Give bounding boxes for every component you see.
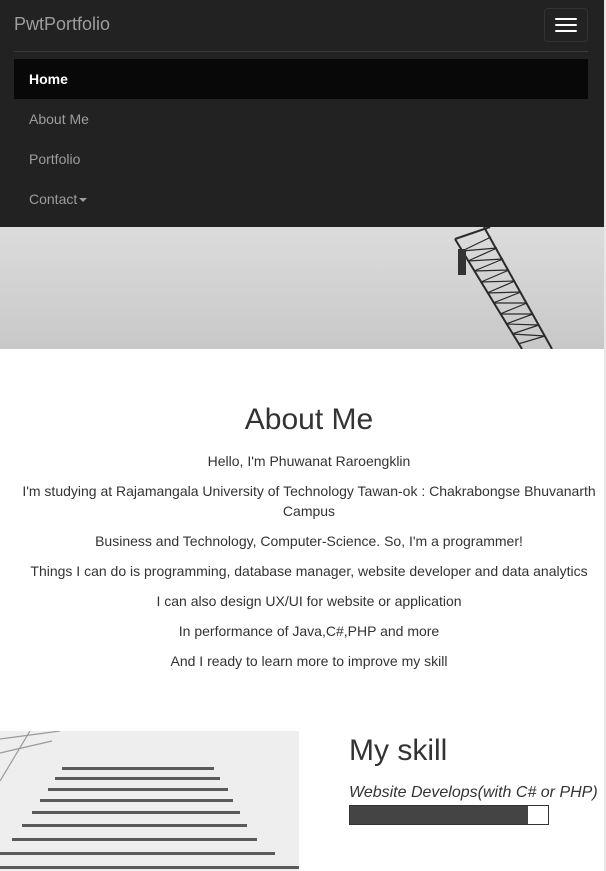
navbar-toggle-button[interactable]: [544, 8, 588, 42]
skill-progress-bar: [349, 805, 549, 825]
nav-item-label: Portfolio: [29, 151, 81, 167]
skill-progress-fill: [350, 806, 529, 824]
caret-down-icon: [79, 198, 88, 203]
stairs-image: [0, 731, 299, 871]
brand-link[interactable]: PwtPortfolio: [14, 14, 110, 35]
skill-name: Website Develops(with C# or PHP): [349, 784, 598, 801]
about-paragraph: Things I can do is programming, database…: [30, 563, 588, 579]
hamburger-icon: [555, 18, 577, 20]
navbar: PwtPortfolio Home About Me Portfolio Con…: [0, 0, 604, 227]
hamburger-icon: [555, 24, 577, 26]
crane-tower-graphic: [454, 227, 553, 349]
nav-item-contact[interactable]: Contact: [14, 179, 588, 219]
nav-item-label: Home: [29, 71, 68, 87]
nav-divider: [14, 51, 588, 52]
about-paragraph: I can also design UX/UI for website or a…: [156, 593, 462, 609]
nav-item-label: Contact: [29, 191, 78, 207]
nav-item-portfolio[interactable]: Portfolio: [14, 139, 588, 179]
skill-title: My skill: [349, 734, 448, 767]
stairs-graphic: [0, 731, 299, 871]
about-paragraph: In performance of Java,C#,PHP and more: [178, 623, 440, 639]
nav-item-home[interactable]: Home: [14, 59, 588, 99]
about-paragraph: Business and Technology, Computer-Scienc…: [95, 533, 523, 549]
about-paragraph: I'm studying at Rajamangala University o…: [22, 483, 596, 519]
about-paragraph: And I ready to learn more to improve my …: [170, 653, 448, 669]
hamburger-icon: [555, 30, 577, 32]
about-paragraph: Hello, I'm Phuwanat Raroengklin: [207, 453, 411, 469]
nav-item-label: About Me: [29, 111, 89, 127]
nav-item-about-me[interactable]: About Me: [14, 99, 588, 139]
about-section: About Me Hello, I'm Phuwanat Raroengklin…: [0, 400, 606, 681]
about-title: About Me: [244, 403, 374, 436]
hero-image: [0, 227, 604, 349]
